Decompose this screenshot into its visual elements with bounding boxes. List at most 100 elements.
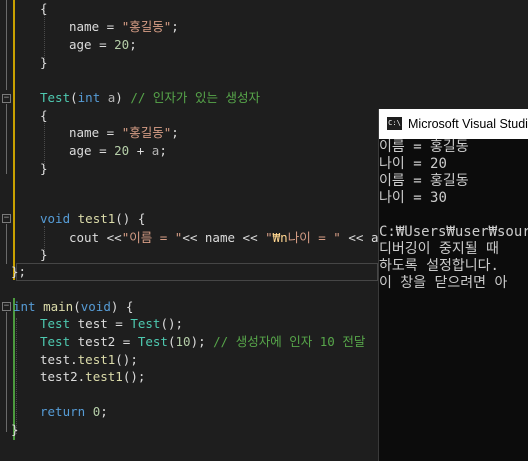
code-token: int (13, 299, 36, 314)
code-line[interactable]: } (40, 54, 48, 72)
code-token: " (265, 230, 273, 245)
code-token: ; (100, 404, 108, 419)
code-token: return (40, 404, 86, 419)
code-line[interactable]: }; (11, 263, 26, 281)
code-token: Test (40, 334, 71, 349)
code-line[interactable]: Test test = Test(); (40, 315, 183, 333)
indent-guide (16, 318, 17, 434)
code-line[interactable]: int main(void) { (13, 298, 133, 316)
code-token: "홍길동" (121, 125, 172, 140)
console-line: 이름 = 홍길동 (379, 139, 469, 155)
code-token: name (69, 19, 100, 34)
code-token: = (99, 19, 122, 34)
code-token: 20 (114, 37, 130, 52)
code-token: ; (129, 37, 137, 52)
code-token: << (182, 230, 205, 245)
console-output[interactable]: 이름 = 홍길동 나이 = 20 이름 = 홍길동 나이 = 30 C:₩Use… (379, 139, 528, 461)
code-token: int (77, 90, 101, 105)
code-token: ; (171, 125, 179, 140)
code-token: = (107, 316, 131, 331)
editor-gutter: − − − (0, 0, 16, 461)
code-line[interactable]: name = "홍길동"; (69, 124, 179, 142)
code-token: test2 (40, 369, 78, 384)
code-token: ( (73, 299, 81, 314)
code-line[interactable]: void test1() { (40, 210, 145, 228)
collapse-icon[interactable]: − (2, 214, 11, 223)
code-token: "홍길동" (121, 19, 172, 34)
code-token: = (91, 143, 115, 158)
code-line[interactable]: age = 20 + a; (69, 142, 167, 160)
code-token: 20 (114, 143, 130, 158)
fold-guide (6, 0, 7, 90)
code-line[interactable]: Test test2 = Test(10); // 생성자에 인자 10 전달 (40, 333, 365, 351)
code-token: cout (69, 230, 100, 245)
code-token: 나이 = " (287, 230, 341, 245)
console-line: 디버깅이 중지될 때 (379, 241, 499, 257)
code-token: . (70, 352, 78, 367)
code-line[interactable]: return 0; (40, 403, 108, 421)
code-token: = (99, 125, 122, 140)
debug-console-window[interactable]: C:\ Microsoft Visual Studio 이름 = 홍길동 나이 … (378, 109, 528, 461)
code-token: main (43, 299, 74, 314)
code-line[interactable]: age = 20; (69, 36, 137, 54)
code-token: { (40, 1, 48, 16)
collapse-icon[interactable]: − (2, 94, 11, 103)
code-token: Test (137, 334, 168, 349)
code-token: ( (70, 90, 78, 105)
console-title-bar[interactable]: C:\ Microsoft Visual Studio (379, 109, 528, 139)
change-marker-saved (13, 90, 15, 280)
console-line: 이 창을 닫으려면 아 (379, 275, 508, 291)
code-token: name (204, 230, 236, 245)
fold-guide (6, 104, 7, 174)
code-token: (); (160, 316, 184, 331)
code-token: age (69, 37, 92, 52)
code-token: } (40, 161, 48, 176)
code-token: age (69, 143, 92, 158)
console-line: C:₩Users₩user₩source (379, 224, 528, 240)
collapse-icon[interactable]: − (2, 302, 11, 311)
console-title: Microsoft Visual Studio (408, 117, 528, 131)
code-line[interactable]: test.test1(); (40, 351, 138, 369)
code-token: + (129, 143, 152, 158)
code-token: ) (115, 90, 131, 105)
code-token: } (40, 55, 48, 70)
code-token: = (115, 334, 138, 349)
code-token: ) { (110, 299, 134, 314)
current-line-highlight (16, 263, 378, 281)
code-line[interactable]: { (40, 107, 48, 125)
code-token: } (11, 422, 19, 437)
code-line[interactable]: name = "홍길동"; (69, 18, 179, 36)
code-token: Test (40, 90, 71, 105)
code-token: void (80, 299, 111, 314)
change-marker-saved (13, 0, 15, 90)
code-token: << (235, 230, 266, 245)
code-token: test1 (77, 211, 116, 226)
console-line: 이름 = 홍길동 (379, 173, 469, 189)
code-line[interactable]: } (11, 421, 19, 439)
code-token: }; (11, 264, 27, 279)
code-token: } (40, 247, 48, 262)
code-line[interactable]: test2.test1(); (40, 368, 145, 386)
code-token: void (40, 211, 71, 226)
code-token: << (340, 230, 371, 245)
code-token: ( (167, 334, 176, 349)
code-line[interactable]: } (40, 246, 48, 264)
code-token: = (91, 37, 115, 52)
code-line[interactable]: { (40, 0, 48, 18)
code-token: ; (159, 143, 167, 158)
fold-guide (6, 224, 7, 264)
code-token: () { (115, 211, 146, 226)
code-line[interactable]: } (40, 160, 48, 178)
code-line[interactable]: Test(int a) // 인자가 있는 생성자 (40, 89, 260, 107)
code-token: name (69, 125, 100, 140)
code-token: "이름 = " (121, 230, 183, 245)
code-token: test (40, 352, 71, 367)
fold-guide (6, 312, 7, 432)
code-token: test1 (77, 352, 116, 367)
code-token: ; (171, 19, 179, 34)
code-token: // 인자가 있는 생성자 (130, 90, 260, 105)
code-token: << (99, 230, 122, 245)
code-token: (); (115, 352, 138, 367)
